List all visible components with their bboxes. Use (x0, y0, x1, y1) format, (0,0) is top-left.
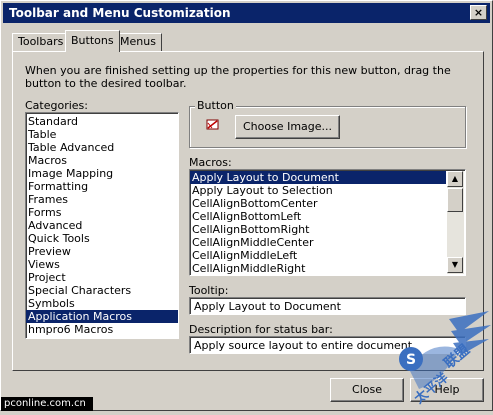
category-item[interactable]: Special Characters (26, 284, 178, 297)
button-group-label: Button (195, 99, 236, 112)
button-preview-icon (206, 119, 220, 131)
window-title: Toolbar and Menu Customization (9, 6, 231, 20)
category-item[interactable]: Project (26, 271, 178, 284)
tab-menus[interactable]: Menus (114, 33, 162, 51)
category-item[interactable]: Macros (26, 154, 178, 167)
status-desc-label: Description for status bar: (189, 323, 333, 336)
tab-toolbars[interactable]: Toolbars (12, 33, 70, 51)
macro-item[interactable]: Apply Layout to Document (190, 171, 446, 184)
category-item[interactable]: Table Advanced (26, 141, 178, 154)
category-item[interactable]: Application Macros (26, 310, 178, 323)
macros-label: Macros: (189, 156, 232, 169)
category-item[interactable]: Formatting (26, 180, 178, 193)
macro-item[interactable]: CellAlignMiddleLeft (190, 249, 446, 262)
macro-item[interactable]: CellAlignMiddleRight (190, 262, 446, 275)
choose-image-button[interactable]: Choose Image... (235, 115, 340, 139)
category-item[interactable]: Advanced (26, 219, 178, 232)
scroll-thumb[interactable] (447, 188, 463, 212)
close-icon[interactable]: × (470, 5, 487, 20)
scroll-up-icon[interactable]: ▲ (447, 171, 463, 187)
category-item[interactable]: Forms (26, 206, 178, 219)
macro-item[interactable]: CellAlignMiddleCenter (190, 236, 446, 249)
status-desc-value: Apply source layout to entire document (194, 339, 413, 352)
macro-item[interactable]: CellAlignBottomLeft (190, 210, 446, 223)
tab-buttons[interactable]: Buttons (65, 30, 120, 52)
category-item[interactable]: Preview (26, 245, 178, 258)
macros-scrollbar[interactable]: ▲ ▼ (447, 171, 464, 274)
instructions-text: When you are finished setting up the pro… (25, 64, 451, 90)
macros-list[interactable]: Apply Layout to Document Apply Layout to … (189, 169, 466, 276)
site-watermark-logo: S 联盟 太平洋 (389, 309, 493, 412)
macro-item[interactable]: CellAlignBottomRight (190, 223, 446, 236)
macro-item[interactable]: CellAlignBottomCenter (190, 197, 446, 210)
category-item[interactable]: Table (26, 128, 178, 141)
tooltip-label: Tooltip: (189, 284, 229, 297)
category-item[interactable]: Symbols (26, 297, 178, 310)
customization-dialog: Toolbar and Menu Customization × Toolbar… (0, 0, 493, 411)
macro-item[interactable]: Apply Layout to Selection (190, 184, 446, 197)
tooltip-value: Apply Layout to Document (194, 300, 341, 313)
svg-text:S: S (406, 352, 416, 368)
scroll-down-icon[interactable]: ▼ (447, 257, 463, 273)
category-item[interactable]: Quick Tools (26, 232, 178, 245)
title-bar: Toolbar and Menu Customization × (3, 3, 490, 23)
category-item[interactable]: hmpro6 Macros (26, 323, 178, 336)
category-item[interactable]: Views (26, 258, 178, 271)
categories-list[interactable]: Standard Table Table Advanced Macros Image M… (25, 112, 179, 339)
category-item[interactable]: Image Mapping (26, 167, 178, 180)
category-item[interactable]: Standard (26, 115, 178, 128)
categories-label: Categories: (25, 99, 88, 112)
category-item[interactable]: Frames (26, 193, 178, 206)
site-watermark: pconline.com.cn (1, 397, 93, 411)
